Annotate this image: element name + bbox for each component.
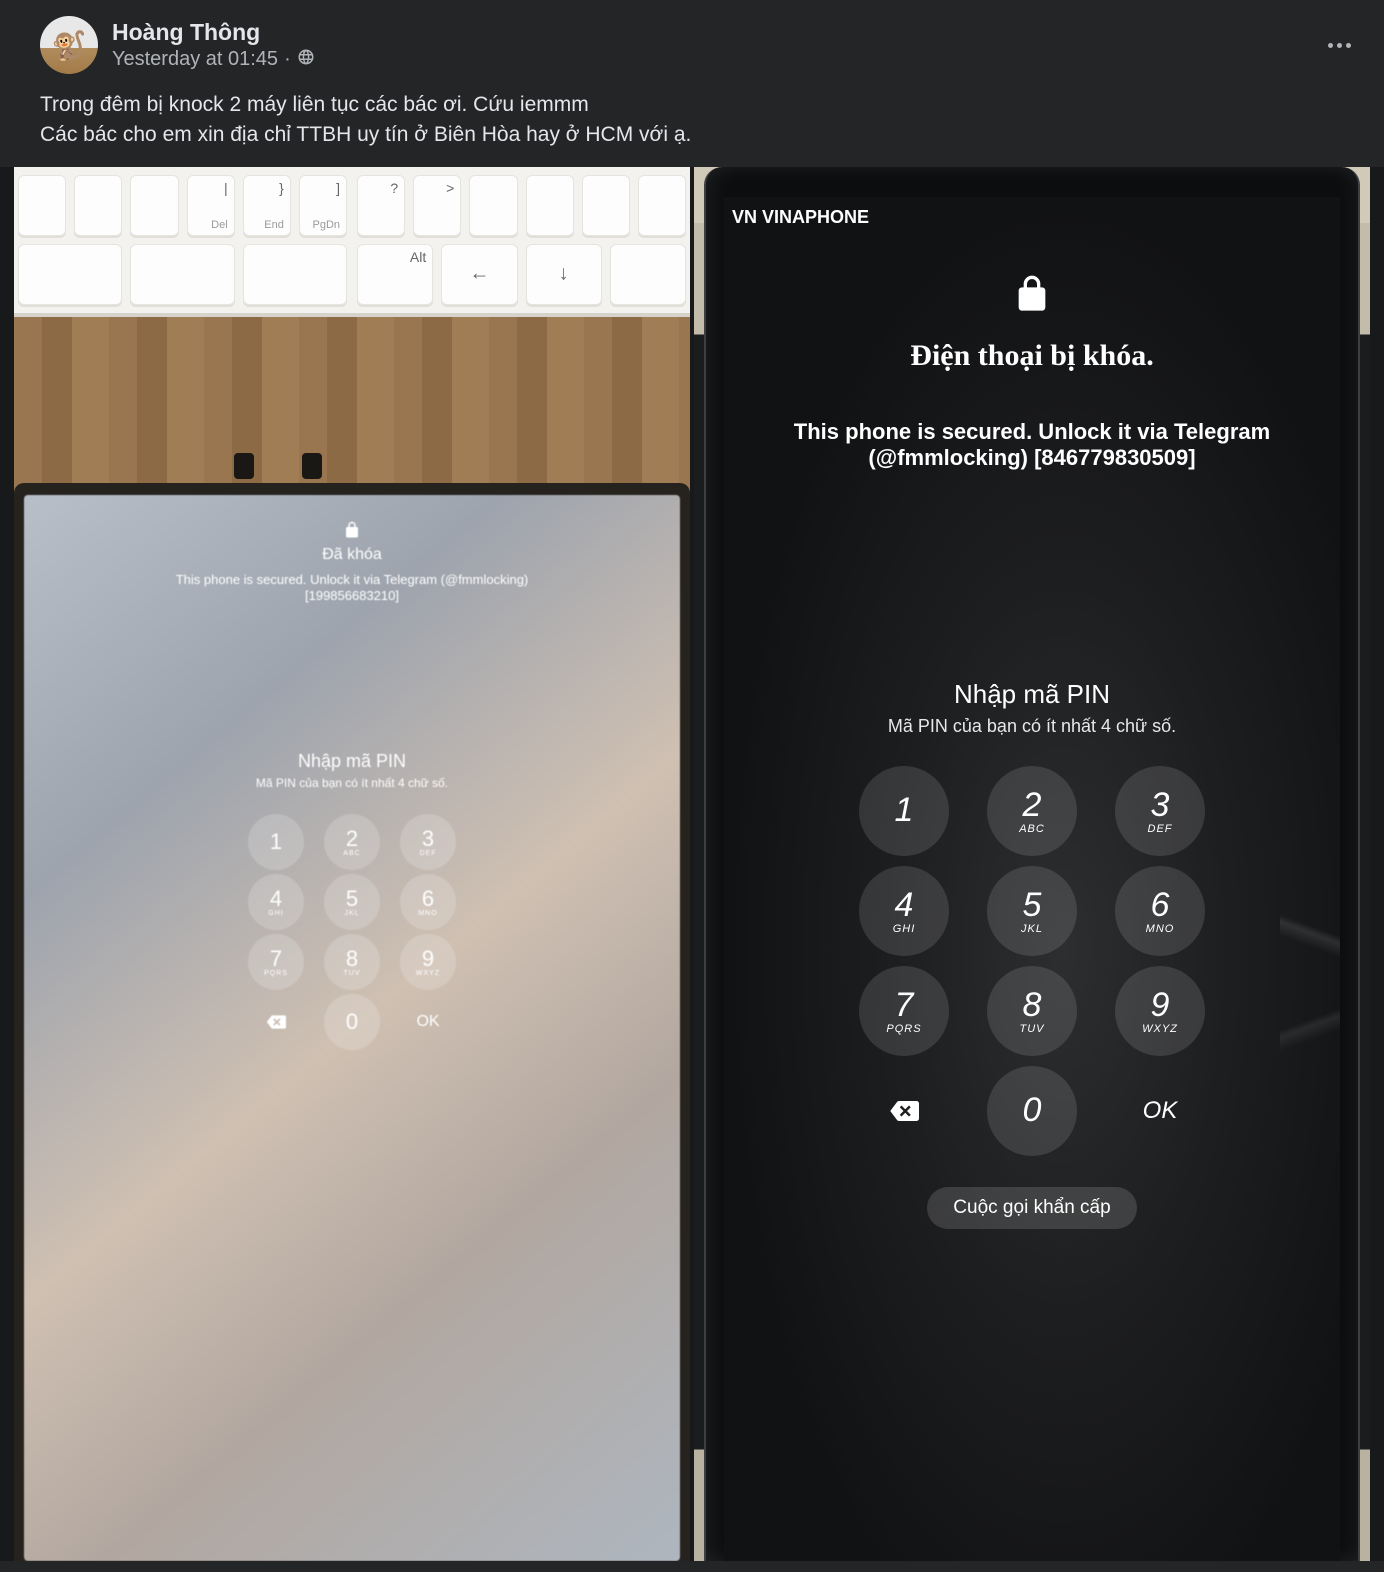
keypad-4[interactable]: 4GHI: [859, 866, 949, 956]
image-left[interactable]: |Del}End]PgDn ?> Alt←↓ Đã khóa This phon…: [14, 167, 690, 1561]
image-grid: |Del}End]PgDn ?> Alt←↓ Đã khóa This phon…: [0, 167, 1384, 1561]
keypad-6[interactable]: 6MNO: [1115, 866, 1205, 956]
phone-lock-status: Điện thoại bị khóa.: [910, 339, 1153, 373]
post-meta: Yesterday at 01:45 ·: [112, 48, 315, 72]
backspace-icon[interactable]: [248, 994, 304, 1050]
keypad-7[interactable]: 7PQRS: [248, 934, 304, 990]
keypad-5[interactable]: 5JKL: [987, 866, 1077, 956]
keyboard-key: [74, 175, 122, 236]
keypad-8[interactable]: 8TUV: [324, 934, 380, 990]
post-text-line2: Các bác cho em xin địa chỉ TTBH uy tín ở…: [40, 120, 1356, 150]
keypad-4[interactable]: 4GHI: [248, 874, 304, 930]
meta-dot: ·: [284, 48, 291, 71]
keypad-ok[interactable]: OK: [400, 994, 456, 1050]
keyboard-key: [526, 175, 574, 236]
keyboard-key: [130, 244, 234, 305]
author-name[interactable]: Hoàng Thông: [112, 19, 315, 46]
keypad-ok[interactable]: OK: [1115, 1066, 1205, 1156]
backspace-icon[interactable]: [859, 1066, 949, 1156]
keyboard-key: Alt: [357, 244, 433, 305]
keypad-9[interactable]: 9WXYZ: [1115, 966, 1205, 1056]
lock-icon: [1012, 274, 1052, 319]
emergency-call-button[interactable]: Cuộc gọi khẩn cấp: [927, 1187, 1136, 1229]
keypad-7[interactable]: 7PQRS: [859, 966, 949, 1056]
keyboard-key: >: [413, 175, 461, 236]
keypad-0[interactable]: 0: [987, 1066, 1077, 1156]
post-timestamp[interactable]: Yesterday at 01:45: [112, 48, 278, 71]
tablet-lock-msg1: This phone is secured. Unlock it via Tel…: [176, 572, 529, 587]
phone-screen: VN VINAPHONE Điện thoại bị khóa. This ph…: [724, 197, 1340, 1561]
keypad-9[interactable]: 9WXYZ: [400, 934, 456, 990]
keyboard-key: [18, 175, 66, 236]
tablet-lock-msg2: [199856683210]: [305, 588, 399, 603]
desk-surface: [14, 317, 690, 497]
image-right[interactable]: VN VINAPHONE Điện thoại bị khóa. This ph…: [694, 167, 1370, 1561]
keyboard-key: [638, 175, 686, 236]
tablet-keypad: 1 2ABC 3DEF 4GHI 5JKL 6MNO 7PQRS 8TUV 9WXYZ 0 OK: [240, 814, 464, 1050]
keyboard: |Del}End]PgDn ?> Alt←↓: [14, 167, 690, 317]
phone-lock-msg2: (@fmmlocking) [846779830509]: [868, 445, 1195, 471]
tablet-frame: Đã khóa This phone is secured. Unlock it…: [14, 483, 690, 1561]
avatar[interactable]: 🐒: [40, 16, 98, 74]
keypad-2[interactable]: 2ABC: [324, 814, 380, 870]
keyboard-key: [469, 175, 517, 236]
keyboard-key: ?: [357, 175, 405, 236]
keyboard-key: [610, 244, 686, 305]
keyboard-key: ]PgDn: [299, 175, 347, 236]
keypad-6[interactable]: 6MNO: [400, 874, 456, 930]
keypad-3[interactable]: 3DEF: [400, 814, 456, 870]
more-icon: [1328, 43, 1351, 48]
keyboard-key: [18, 244, 122, 305]
tablet-lock-status: Đã khóa: [322, 546, 382, 564]
phone-frame: VN VINAPHONE Điện thoại bị khóa. This ph…: [704, 167, 1360, 1561]
keypad-2[interactable]: 2ABC: [987, 766, 1077, 856]
globe-icon[interactable]: [297, 48, 315, 72]
phone-pin-sub: Mã PIN của bạn có ít nhất 4 chữ số.: [888, 716, 1176, 737]
keyboard-key: [582, 175, 630, 236]
keyboard-key: |Del: [187, 175, 235, 236]
phone-pin-title: Nhập mã PIN: [954, 679, 1110, 710]
keypad-1[interactable]: 1: [859, 766, 949, 856]
post-text-line1: Trong đêm bị knock 2 máy liên tục các bá…: [40, 90, 1356, 120]
author-block: Hoàng Thông Yesterday at 01:45 ·: [112, 19, 315, 72]
keypad-0[interactable]: 0: [324, 994, 380, 1050]
keypad-3[interactable]: 3DEF: [1115, 766, 1205, 856]
keypad-1[interactable]: 1: [248, 814, 304, 870]
tablet-screen: Đã khóa This phone is secured. Unlock it…: [24, 495, 680, 1561]
keyboard-key: ←: [441, 244, 517, 305]
keypad-5[interactable]: 5JKL: [324, 874, 380, 930]
tablet-pin-title: Nhập mã PIN: [298, 751, 406, 772]
post-body: Trong đêm bị knock 2 máy liên tục các bá…: [0, 84, 1384, 163]
more-button[interactable]: [1318, 24, 1360, 66]
lock-icon: [343, 521, 361, 542]
keyboard-key: [243, 244, 347, 305]
header-left: 🐒 Hoàng Thông Yesterday at 01:45 ·: [40, 16, 315, 74]
phone-lock-msg1: This phone is secured. Unlock it via Tel…: [794, 419, 1270, 445]
carrier-label: VN VINAPHONE: [732, 207, 869, 228]
post-header: 🐒 Hoàng Thông Yesterday at 01:45 ·: [0, 0, 1384, 84]
keyboard-key: }End: [243, 175, 291, 236]
keyboard-key: [130, 175, 178, 236]
keyboard-key: ↓: [526, 244, 602, 305]
tablet-pin-sub: Mã PIN của bạn có ít nhất 4 chữ số.: [256, 776, 448, 790]
keypad-8[interactable]: 8TUV: [987, 966, 1077, 1056]
screen-crack-overlay: [1280, 597, 1340, 1297]
phone-keypad: 1 2ABC 3DEF 4GHI 5JKL 6MNO 7PQRS 8TUV 9WXYZ 0 OK: [840, 761, 1224, 1161]
